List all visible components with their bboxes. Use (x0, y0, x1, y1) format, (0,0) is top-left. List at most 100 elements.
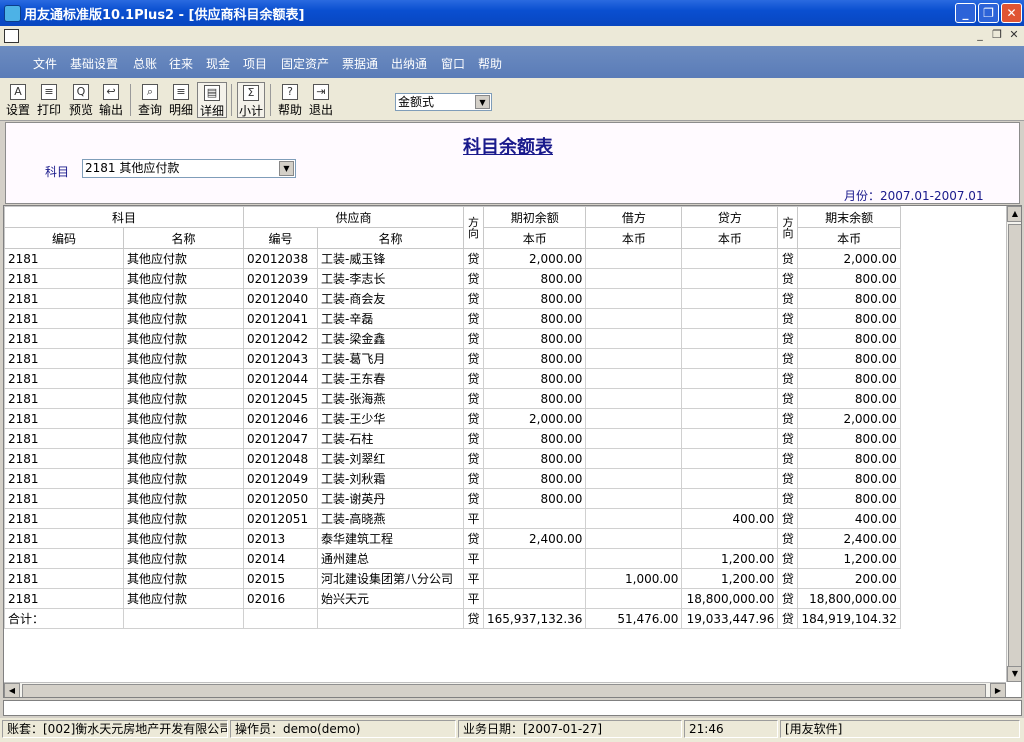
menu-help[interactable]: 帮助 (478, 55, 502, 72)
menu-fixed-assets[interactable]: 固定资产 (281, 55, 329, 72)
table-row[interactable]: 2181 其他应付款 02012049 工装-刘秋霜贷 800.00 贷 800.00 (4, 468, 901, 489)
menu-cash[interactable]: 现金 (206, 55, 230, 72)
table-row[interactable]: 2181 其他应付款 02016 始兴天元平 18,800,000.00 贷 18,800,… (4, 588, 901, 609)
menu-basic-settings[interactable]: 基础设置 (70, 55, 118, 72)
cell-supplier-name: 工装-高晓燕 (317, 508, 464, 529)
table-row[interactable]: 2181 其他应付款 02012047 工装-石柱贷 800.00 贷 800.00 (4, 428, 901, 449)
child-minimize-button[interactable]: _ (972, 27, 988, 44)
cell-supplier-code: 02012046 (243, 408, 318, 429)
cell-direction-closing: 贷 (777, 608, 799, 629)
child-close-button[interactable]: ✕ (1006, 27, 1022, 44)
table-row[interactable]: 2181 其他应付款 02012046 工装-王少华贷 2,000.00 贷 2,000.0… (4, 408, 901, 429)
detail-ledger-button[interactable]: ≡ 明细 (167, 82, 195, 118)
cell-opening-balance: 800.00 (482, 428, 587, 449)
menu-ledger[interactable]: 总账 (133, 55, 157, 72)
restore-button[interactable]: ❐ (978, 3, 999, 23)
supplier-name-header: 名称 (317, 227, 464, 249)
table-row[interactable]: 2181 其他应付款 02012051 工装-高晓燕平 400.00 贷 400.00 (4, 508, 901, 529)
horizontal-scrollbar[interactable]: ◀ ▶ (4, 682, 1006, 697)
menu-cashier[interactable]: 出纳通 (391, 55, 427, 72)
table-row[interactable]: 2181 其他应付款 02012050 工装-谢英丹贷 800.00 贷 800.00 (4, 488, 901, 509)
cell-subject-code: 2181 (4, 488, 124, 509)
print-label: 打印 (36, 103, 61, 117)
help-label: 帮助 (277, 103, 302, 117)
app-icon (4, 5, 21, 22)
scroll-up-icon[interactable]: ▲ (1007, 206, 1021, 222)
cell-direction-closing: 贷 (777, 568, 799, 589)
ledger-icon: ≡ (173, 84, 189, 100)
table-row[interactable]: 2181 其他应付款 02012041 工装-辛磊贷 800.00 贷 800.00 (4, 308, 901, 329)
cell-credit: 18,800,000.00 (681, 588, 779, 609)
cell-subject-name: 其他应付款 (123, 508, 244, 529)
table-row[interactable]: 2181 其他应付款 02014 通州建总平 1,200.00 贷 1,200.00 (4, 548, 901, 569)
table-row[interactable]: 2181 其他应付款 02015 河北建设集团第八分公司平 1,000.00 1,200.… (4, 568, 901, 589)
print-button[interactable]: ≡ 打印 (34, 82, 64, 118)
mdi-bar: _ ❐ ✕ (0, 26, 1024, 46)
scroll-down-icon[interactable]: ▼ (1007, 666, 1021, 682)
cell-debit (585, 268, 683, 289)
cell-opening-balance: 800.00 (482, 388, 587, 409)
scroll-left-icon[interactable]: ◀ (4, 683, 20, 697)
export-button[interactable]: ↩ 输出 (97, 82, 125, 118)
cell-subject-code: 2181 (4, 308, 124, 329)
cell-debit: 51,476.00 (585, 608, 683, 629)
minimize-button[interactable]: _ (955, 3, 976, 23)
cell-credit (681, 368, 779, 389)
horizontal-scroll-thumb[interactable] (22, 684, 986, 697)
format-select[interactable]: 金额式 ▼ (395, 93, 492, 111)
close-button[interactable]: ✕ (1001, 3, 1022, 23)
exit-button[interactable]: ⇥ 退出 (307, 82, 335, 118)
help-button[interactable]: ? 帮助 (276, 82, 304, 118)
detailed-button[interactable]: ▤ 详细 (197, 82, 227, 118)
cell-closing-balance: 800.00 (797, 268, 901, 289)
chevron-down-icon[interactable]: ▼ (279, 161, 294, 176)
menu-transactions[interactable]: 往来 (169, 55, 193, 72)
menu-window[interactable]: 窗口 (441, 55, 465, 72)
menu-file[interactable]: 文件 (33, 55, 57, 72)
table-row[interactable]: 2181 其他应付款 02012044 工装-王东春贷 800.00 贷 800.00 (4, 368, 901, 389)
table-row[interactable]: 2181 其他应付款 02012043 工装-葛飞月贷 800.00 贷 800.00 (4, 348, 901, 369)
menu-project[interactable]: 项目 (243, 55, 267, 72)
table-row[interactable]: 2181 其他应付款 02012040 工装-商会友贷 800.00 贷 800.00 (4, 288, 901, 309)
export-icon: ↩ (103, 84, 119, 100)
cell-subject-name (123, 608, 244, 629)
menu-bill[interactable]: 票据通 (342, 55, 378, 72)
vertical-scrollbar[interactable]: ▲ ▼ (1006, 206, 1021, 682)
cell-opening-balance: 800.00 (482, 288, 587, 309)
cell-supplier-name: 河北建设集团第八分公司 (317, 568, 464, 589)
cell-closing-balance: 2,400.00 (797, 528, 901, 549)
document-icon[interactable] (4, 29, 19, 43)
cell-opening-balance: 800.00 (482, 488, 587, 509)
direction-header-opening: 方 向 (463, 206, 484, 249)
subtotal-button[interactable]: Σ 小计 (237, 82, 265, 118)
table-row[interactable]: 2181 其他应付款 02012038 工装-威玉锋贷 2,000.00 贷 2,000.0… (4, 248, 901, 269)
table-row[interactable]: 2181 其他应付款 02012045 工装-张海燕贷 800.00 贷 800.00 (4, 388, 901, 409)
subject-group-header: 科目 (4, 206, 244, 228)
total-row[interactable]: 合计：贷 165,937,132.36 51,476.00 19,033,447.96… (4, 608, 901, 629)
cell-supplier-code: 02012047 (243, 428, 318, 449)
cell-credit (681, 308, 779, 329)
cell-opening-balance: 800.00 (482, 328, 587, 349)
cell-direction-closing: 贷 (777, 588, 799, 609)
settings-button[interactable]: A 设置 (4, 82, 32, 118)
cell-closing-balance: 800.00 (797, 288, 901, 309)
table-row[interactable]: 2181 其他应付款 02012039 工装-李志长贷 800.00 贷 800.00 (4, 268, 901, 289)
query-button[interactable]: ⌕ 查询 (135, 82, 165, 118)
report-title: 科目余额表 (463, 137, 553, 158)
table-row[interactable]: 2181 其他应付款 02012042 工装-梁金鑫贷 800.00 贷 800.00 (4, 328, 901, 349)
cell-subject-code: 2181 (4, 248, 124, 269)
table-row[interactable]: 2181 其他应付款 02013 泰华建筑工程贷 2,400.00 贷 2,400.00 (4, 528, 901, 549)
supplier-group-header: 供应商 (243, 206, 464, 228)
cell-subject-name: 其他应付款 (123, 328, 244, 349)
child-restore-button[interactable]: ❐ (989, 27, 1005, 44)
preview-button[interactable]: Q 预览 (66, 82, 96, 118)
vertical-scroll-thumb[interactable] (1008, 224, 1021, 679)
cell-direction-closing: 贷 (777, 488, 799, 509)
scroll-right-icon[interactable]: ▶ (990, 683, 1006, 697)
cell-closing-balance: 800.00 (797, 448, 901, 469)
cell-debit (585, 528, 683, 549)
table-row[interactable]: 2181 其他应付款 02012048 工装-刘翠红贷 800.00 贷 800.00 (4, 448, 901, 469)
subject-select[interactable]: 2181 其他应付款 ▼ (82, 159, 296, 178)
chevron-down-icon[interactable]: ▼ (475, 95, 490, 109)
cell-subject-code: 2181 (4, 528, 124, 549)
